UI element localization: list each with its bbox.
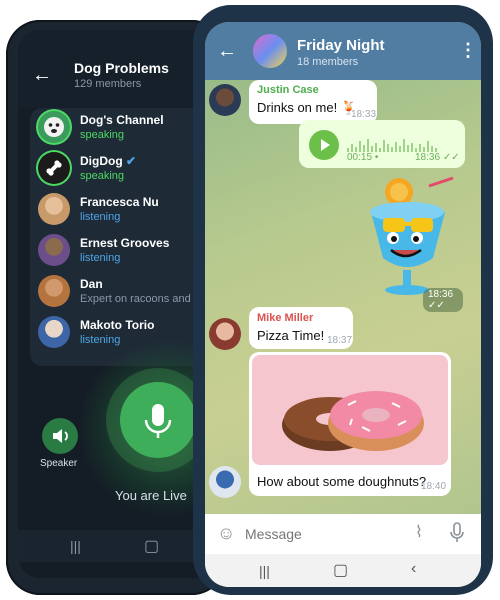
participant-name: Dog's Channel xyxy=(80,113,164,127)
participant-avatar xyxy=(38,316,70,348)
participant-status: speaking xyxy=(80,129,125,141)
sender-avatar[interactable] xyxy=(209,466,241,498)
message-text: Pizza Time! xyxy=(257,328,325,343)
participant-item[interactable]: DigDog ✔ speaking xyxy=(30,149,218,190)
channel-avatar xyxy=(38,111,70,143)
participant-avatar xyxy=(38,152,70,184)
speaker-label: Speaker xyxy=(40,458,78,469)
voice-chat-nav-bar: ||| ▢ xyxy=(18,530,198,562)
voice-chat-header: ← Dog Problems 129 members xyxy=(18,30,218,108)
sticker-message[interactable]: 18:36 ✓✓ xyxy=(353,172,463,312)
voice-waveform[interactable] xyxy=(347,134,439,152)
message-bubble[interactable]: Mike Miller Pizza Time! 18:37 xyxy=(249,307,353,349)
message-text: Drinks on me! 🍹 xyxy=(257,100,357,115)
recents-nav-icon[interactable]: ||| xyxy=(70,538,81,554)
home-nav-icon[interactable]: ▢ xyxy=(333,560,348,580)
home-nav-icon[interactable]: ▢ xyxy=(144,536,159,556)
participant-item[interactable]: Ernest Grooves listening xyxy=(30,231,218,272)
participant-name: Francesca Nu xyxy=(80,195,159,209)
chat-nav-bar: ||| ▢ ‹ xyxy=(205,554,481,587)
play-button[interactable] xyxy=(309,130,339,160)
message-time: 18:37 xyxy=(327,335,353,346)
back-arrow-icon[interactable]: ← xyxy=(32,64,52,87)
participant-status: Expert on racoons and pi xyxy=(80,293,203,305)
participant-avatar xyxy=(38,193,70,225)
voice-message-bubble[interactable]: 00:15 • 18:36 ✓✓ xyxy=(299,120,465,168)
participant-avatar xyxy=(38,234,70,266)
speaker-button[interactable] xyxy=(42,418,78,454)
recents-nav-icon[interactable]: ||| xyxy=(259,563,270,579)
read-checkmarks-icon: ✓✓ xyxy=(442,152,460,163)
participant-list: Dog's Channel speaking DigDog ✔ speaking… xyxy=(30,108,218,366)
participant-avatar xyxy=(38,275,70,307)
message-time: 18:36 ✓✓ xyxy=(415,152,460,163)
more-menu-icon[interactable]: ⋮ xyxy=(459,40,477,61)
message-time: 18:33 xyxy=(351,109,377,120)
voice-duration: 00:15 • xyxy=(347,152,379,163)
sticker-time: 18:36 ✓✓ xyxy=(423,288,463,312)
message-bubble[interactable]: Justin Case Drinks on me! 🍹 18:33 xyxy=(249,80,377,124)
live-mic-button[interactable] xyxy=(120,382,196,458)
voice-record-mic-icon[interactable] xyxy=(449,522,465,544)
message-composer: ☺ ⌇ xyxy=(205,514,481,554)
sender-avatar[interactable] xyxy=(209,84,241,116)
sender-avatar[interactable] xyxy=(209,318,241,350)
bone-icon xyxy=(46,160,62,176)
participant-item[interactable]: Dog's Channel speaking xyxy=(30,108,218,149)
message-time: 18:40 xyxy=(421,481,447,492)
participant-name: Ernest Grooves xyxy=(80,236,170,250)
participant-name: Dan xyxy=(80,277,103,291)
unplayed-dot-icon: • xyxy=(374,152,379,163)
group-avatar[interactable] xyxy=(253,34,287,68)
microphone-icon xyxy=(144,404,172,438)
participant-item[interactable]: Dan Expert on racoons and pi xyxy=(30,272,218,313)
photo-message-bubble[interactable]: How about some doughnuts? 18:40 xyxy=(249,352,451,496)
verified-badge-icon: ✔ xyxy=(126,154,137,168)
participant-status: speaking xyxy=(80,170,125,182)
play-icon xyxy=(321,139,330,151)
chat-screen: ← Friday Night 18 members ⋮ Justin Case … xyxy=(205,22,481,587)
speaker-icon xyxy=(53,429,68,443)
participant-status: listening xyxy=(80,252,121,264)
back-nav-icon[interactable]: ‹ xyxy=(411,560,416,578)
message-text: How about some doughnuts? xyxy=(257,474,427,489)
participant-status: listening xyxy=(80,211,121,223)
live-status-label: You are Live xyxy=(115,488,187,503)
participant-name: DigDog ✔ xyxy=(80,154,137,168)
doughnut-image xyxy=(282,391,424,451)
voice-chat-title: Dog Problems xyxy=(74,60,169,76)
message-input[interactable] xyxy=(243,522,417,546)
back-arrow-icon[interactable]: ← xyxy=(217,40,237,63)
attach-paperclip-icon[interactable]: ⌇ xyxy=(415,522,423,542)
chat-title: Friday Night xyxy=(297,37,385,54)
doughnut-photo[interactable] xyxy=(252,355,448,465)
participant-status: listening xyxy=(80,334,121,346)
cocktail-sticker-image xyxy=(370,176,454,295)
chat-member-count: 18 members xyxy=(297,56,359,68)
dog-face-icon xyxy=(44,117,64,137)
read-checkmarks-icon: ✓✓ xyxy=(428,300,445,311)
chat-header: ← Friday Night 18 members ⋮ xyxy=(205,22,481,80)
sender-name: Justin Case xyxy=(257,84,319,96)
sender-name: Mike Miller xyxy=(257,312,314,324)
emoji-icon[interactable]: ☺ xyxy=(217,523,235,544)
participant-item[interactable]: Francesca Nu listening xyxy=(30,190,218,231)
participant-name: Makoto Torio xyxy=(80,318,155,332)
voice-chat-member-count: 129 members xyxy=(74,78,142,90)
